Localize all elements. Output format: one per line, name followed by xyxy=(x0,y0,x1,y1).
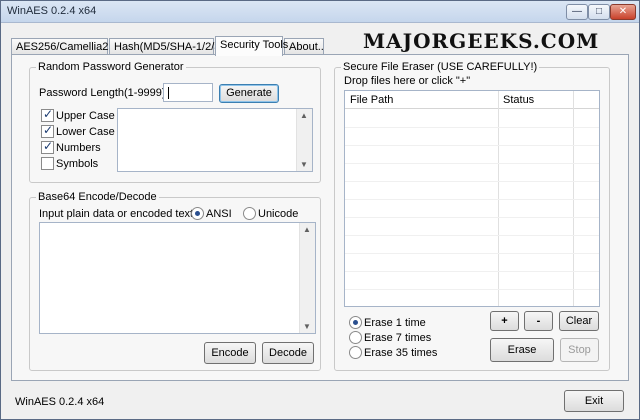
window-title: WinAES 0.2.4 x64 xyxy=(7,5,97,17)
app-window: WinAES 0.2.4 x64 — □ ✕ AES256/Camellia25… xyxy=(0,0,640,420)
base64-title: Base64 Encode/Decode xyxy=(36,191,159,203)
grid-line xyxy=(345,199,599,200)
exit-button[interactable]: Exit xyxy=(564,390,624,412)
unicode-label: Unicode xyxy=(258,208,299,220)
text-caret xyxy=(168,87,169,99)
upper-case-label: Upper Case xyxy=(56,110,115,122)
grid-line xyxy=(345,181,599,182)
clear-files-button[interactable]: Clear xyxy=(559,311,599,331)
scroll-up-icon[interactable]: ▲ xyxy=(303,225,311,234)
erase-7-times-label: Erase 7 times xyxy=(364,332,432,344)
password-generator-title: Random Password Generator xyxy=(36,61,186,73)
erase-1-time-label: Erase 1 time xyxy=(364,317,426,329)
minimize-button[interactable]: — xyxy=(566,4,588,20)
erase-1-time-radio[interactable] xyxy=(349,316,362,329)
grid-line xyxy=(345,253,599,254)
symbols-checkbox[interactable] xyxy=(41,157,54,170)
ansi-label: ANSI xyxy=(206,208,232,220)
scroll-up-icon[interactable]: ▲ xyxy=(300,111,308,120)
tab-security-tools[interactable]: Security Tools xyxy=(215,36,288,56)
file-list-header: File Path Status xyxy=(345,91,599,109)
grid-line xyxy=(345,127,599,128)
symbols-label: Symbols xyxy=(56,158,99,170)
password-output-scrollbar[interactable]: ▲ ▼ xyxy=(296,109,312,171)
encode-button[interactable]: Encode xyxy=(204,342,256,364)
password-length-input[interactable] xyxy=(163,83,213,102)
tab-about[interactable]: About.. xyxy=(284,38,324,55)
numbers-checkbox[interactable] xyxy=(41,139,54,154)
decode-button[interactable]: Decode xyxy=(262,342,314,364)
grid-line xyxy=(345,271,599,272)
status-text: WinAES 0.2.4 x64 xyxy=(15,396,105,408)
erase-35-times-radio[interactable] xyxy=(349,346,362,359)
password-length-label: Password Length(1-9999): xyxy=(39,87,169,99)
grid-line xyxy=(345,217,599,218)
column-file-path[interactable]: File Path xyxy=(350,94,393,106)
scroll-down-icon[interactable]: ▼ xyxy=(300,160,308,169)
numbers-label: Numbers xyxy=(56,142,101,154)
maximize-button[interactable]: □ xyxy=(588,4,610,20)
title-bar[interactable]: WinAES 0.2.4 x64 — □ ✕ xyxy=(1,1,639,23)
lower-case-label: Lower Case xyxy=(56,126,115,138)
password-output-textarea[interactable]: ▲ ▼ xyxy=(117,108,313,172)
base64-scrollbar[interactable]: ▲ ▼ xyxy=(299,223,315,333)
grid-line xyxy=(345,163,599,164)
tab-hash[interactable]: Hash(MD5/SHA-1/2/3..) xyxy=(109,38,230,55)
file-eraser-hint: Drop files here or click "+" xyxy=(344,75,471,87)
lower-case-checkbox[interactable] xyxy=(41,123,54,138)
grid-line xyxy=(345,235,599,236)
erase-7-times-radio[interactable] xyxy=(349,331,362,344)
close-button[interactable]: ✕ xyxy=(610,4,636,20)
file-list-table[interactable]: File Path Status xyxy=(344,90,600,307)
watermark-logo: MAJORGEEKS.COM xyxy=(363,29,600,53)
generate-button[interactable]: Generate xyxy=(219,84,279,103)
scroll-down-icon[interactable]: ▼ xyxy=(303,322,311,331)
tab-aes256[interactable]: AES256/Camellia256 xyxy=(11,38,121,55)
ansi-radio[interactable] xyxy=(191,207,204,220)
add-file-button[interactable]: + xyxy=(490,311,519,331)
upper-case-checkbox[interactable] xyxy=(41,107,54,122)
erase-button[interactable]: Erase xyxy=(490,338,554,362)
grid-line xyxy=(345,289,599,290)
unicode-radio[interactable] xyxy=(243,207,256,220)
remove-file-button[interactable]: - xyxy=(524,311,553,331)
stop-button[interactable]: Stop xyxy=(560,338,599,362)
base64-textarea[interactable]: ▲ ▼ xyxy=(39,222,316,334)
column-status[interactable]: Status xyxy=(503,94,534,106)
base64-input-label: Input plain data or encoded text: xyxy=(39,208,197,220)
file-eraser-title: Secure File Eraser (USE CAREFULLY!) xyxy=(341,61,540,73)
grid-line xyxy=(345,145,599,146)
erase-35-times-label: Erase 35 times xyxy=(364,347,438,359)
